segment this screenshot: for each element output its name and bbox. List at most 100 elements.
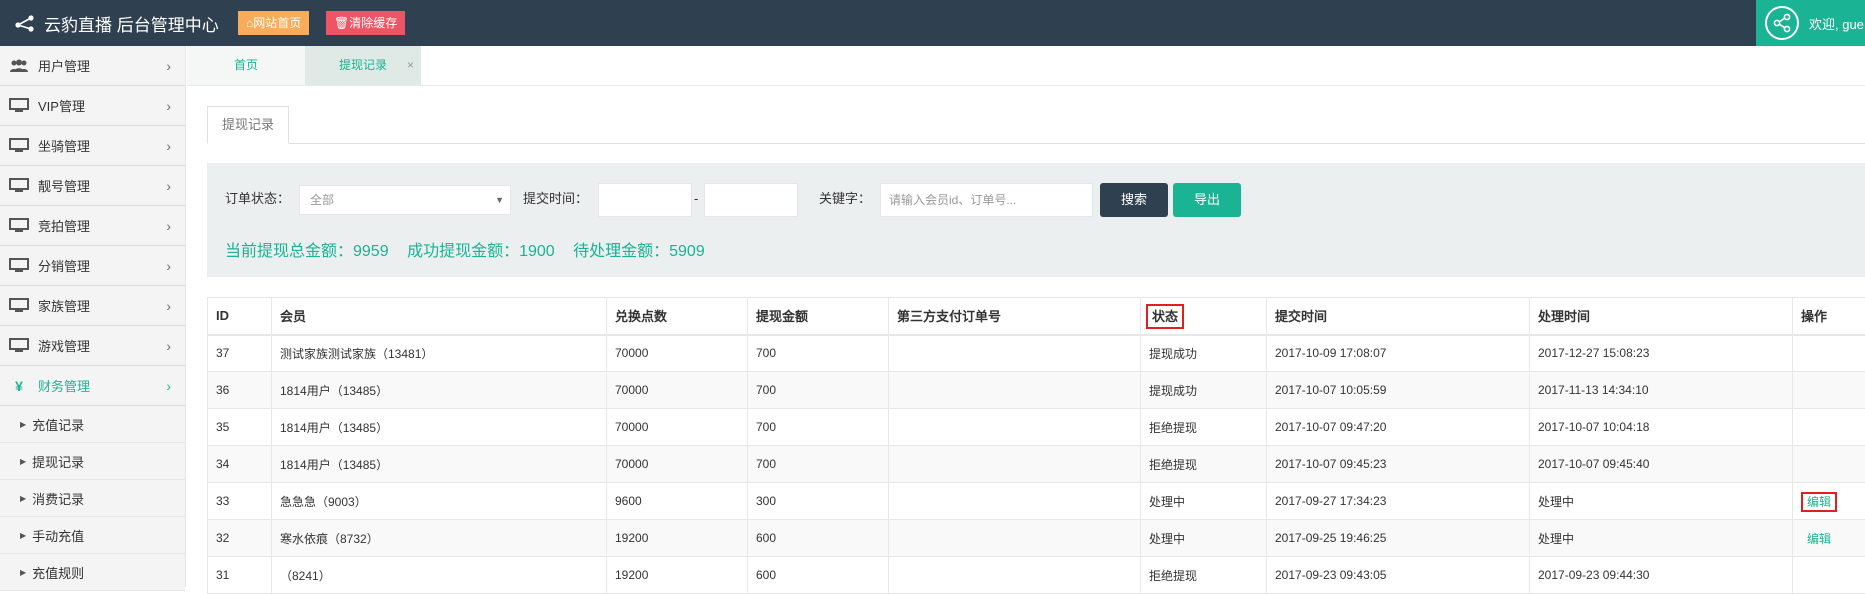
status-label: 订单状态：	[225, 191, 290, 207]
dropdown-arrow-icon: ▼	[495, 186, 504, 214]
cell-submit-time: 2017-10-09 17:08:07	[1267, 335, 1530, 372]
cell-submit-time: 2017-10-07 09:47:20	[1267, 409, 1530, 446]
cell-status: 提现成功	[1141, 372, 1267, 409]
cell-third-party	[889, 557, 1141, 594]
col-header-member[interactable]: 会员	[272, 298, 607, 335]
search-button[interactable]: 搜索	[1100, 183, 1168, 217]
cell-third-party	[889, 409, 1141, 446]
table-row: 34 1814用户（13485） 70000 700 拒绝提现 2017-10-…	[208, 446, 1865, 483]
cell-points: 9600	[607, 483, 748, 520]
content-tab-withdraw[interactable]: 提现记录	[207, 106, 289, 144]
sidebar-item-family[interactable]: 家族管理 ›	[0, 286, 185, 326]
sidebar-item-mount[interactable]: 坐骑管理 ›	[0, 126, 185, 166]
chevron-right-icon: ›	[166, 298, 171, 314]
cell-id: 35	[208, 409, 272, 446]
caret-right-icon: ▶	[20, 531, 26, 540]
cell-status: 拒绝提现	[1141, 557, 1267, 594]
sidebar-item-vip[interactable]: VIP管理 ›	[0, 86, 185, 126]
cell-status: 提现成功	[1141, 335, 1267, 372]
sidebar-item-game[interactable]: 游戏管理 ›	[0, 326, 185, 366]
cell-points: 70000	[607, 446, 748, 483]
cell-action	[1793, 557, 1865, 594]
sidebar-item-label: 游戏管理	[38, 336, 90, 355]
cell-id: 33	[208, 483, 272, 520]
user-menu[interactable]: 欢迎, gue	[1756, 0, 1865, 46]
cell-amount: 700	[748, 446, 889, 483]
cell-process-time: 2017-09-23 09:44:30	[1530, 557, 1793, 594]
cell-third-party	[889, 483, 1141, 520]
sidebar-subitem-manual-recharge[interactable]: ▶ 手动充值	[0, 517, 185, 554]
cell-member: 1814用户（13485）	[272, 372, 607, 409]
cell-action	[1793, 409, 1865, 446]
cell-submit-time: 2017-10-07 10:05:59	[1267, 372, 1530, 409]
cell-member: 测试家族测试家族（13481）	[272, 335, 607, 372]
col-header-points[interactable]: 兑换点数	[607, 298, 748, 335]
tab-withdraw-record[interactable]: 提现记录 ×	[305, 46, 421, 85]
table-row: 35 1814用户（13485） 70000 700 拒绝提现 2017-10-…	[208, 409, 1865, 446]
sidebar-item-label: 竞拍管理	[38, 216, 90, 235]
cell-process-time: 2017-10-07 10:04:18	[1530, 409, 1793, 446]
col-header-submit-time[interactable]: 提交时间	[1267, 298, 1530, 335]
sidebar-item-auction[interactable]: 竞拍管理 ›	[0, 206, 185, 246]
chevron-right-icon: ›	[166, 58, 171, 74]
start-date-input[interactable]	[598, 183, 692, 217]
close-icon[interactable]: ×	[407, 46, 414, 85]
cell-process-time: 2017-11-13 14:34:10	[1530, 372, 1793, 409]
col-header-amount[interactable]: 提现金额	[748, 298, 889, 335]
cell-action	[1793, 372, 1865, 409]
monitor-icon	[8, 338, 30, 354]
cell-member: （8241）	[272, 557, 607, 594]
cell-process-time: 2017-10-07 09:45:40	[1530, 446, 1793, 483]
monitor-icon	[8, 98, 30, 114]
chevron-right-icon: ›	[166, 258, 171, 274]
end-date-input[interactable]	[704, 183, 798, 217]
cell-third-party	[889, 335, 1141, 372]
col-header-status[interactable]: 状态	[1141, 298, 1267, 335]
cell-third-party	[889, 520, 1141, 557]
sidebar-subitem-recharge-rules[interactable]: ▶ 充值规则	[0, 554, 185, 591]
sidebar-subitem-recharge-record[interactable]: ▶ 充值记录	[0, 406, 185, 443]
cell-points: 70000	[607, 335, 748, 372]
sidebar-item-label: 用户管理	[38, 56, 90, 75]
edit-link[interactable]: 编辑	[1801, 492, 1837, 512]
sidebar-item-users[interactable]: 用户管理 ›	[0, 46, 185, 86]
export-button[interactable]: 导出	[1173, 183, 1241, 217]
app-logo[interactable]: 云豹直播 后台管理中心	[14, 0, 219, 46]
sidebar-item-distribution[interactable]: 分销管理 ›	[0, 246, 185, 286]
sidebar-item-label: 财务管理	[38, 376, 90, 395]
col-header-process-time[interactable]: 处理时间	[1530, 298, 1793, 335]
date-separator: -	[694, 191, 698, 206]
cell-process-time: 2017-12-27 15:08:23	[1530, 335, 1793, 372]
col-header-id[interactable]: ID	[208, 298, 272, 335]
success-amount: 成功提现金额：1900	[407, 243, 555, 260]
sidebar-item-label: 家族管理	[38, 296, 90, 315]
pending-amount: 待处理金额：5909	[573, 243, 705, 260]
edit-link[interactable]: 编辑	[1801, 532, 1831, 546]
sidebar-item-liang[interactable]: 靓号管理 ›	[0, 166, 185, 206]
keyword-input[interactable]: 请输入会员id、订单号...	[880, 183, 1093, 217]
sidebar-item-label: 坐骑管理	[38, 136, 90, 155]
cell-member: 急急急（9003）	[272, 483, 607, 520]
cell-process-time: 处理中	[1530, 483, 1793, 520]
sidebar-subitem-withdraw-record[interactable]: ▶ 提现记录	[0, 443, 185, 480]
share-icon	[14, 14, 36, 32]
cell-status: 拒绝提现	[1141, 446, 1267, 483]
col-header-third-party-order[interactable]: 第三方支付订单号	[889, 298, 1141, 335]
col-header-action[interactable]: 操作	[1793, 298, 1865, 335]
cell-amount: 300	[748, 483, 889, 520]
cell-id: 32	[208, 520, 272, 557]
tab-home[interactable]: 首页	[187, 46, 305, 85]
cell-action: 编辑	[1793, 520, 1865, 557]
sidebar-item-label: VIP管理	[38, 96, 85, 115]
monitor-icon	[8, 218, 30, 234]
sidebar-item-finance[interactable]: ¥ 财务管理 ›	[0, 366, 185, 406]
cell-action	[1793, 335, 1865, 372]
amount-summary: 当前提现总金额：9959 成功提现金额：1900 待处理金额：5909	[225, 237, 719, 261]
status-select[interactable]: 全部 ▼	[299, 185, 511, 215]
clear-cache-button[interactable]: 🗑清除缓存	[326, 11, 405, 35]
cell-id: 31	[208, 557, 272, 594]
keyword-label: 关键字：	[819, 191, 871, 207]
cell-amount: 700	[748, 372, 889, 409]
website-home-button[interactable]: ⌂网站首页	[238, 11, 309, 35]
sidebar-subitem-consume-record[interactable]: ▶ 消费记录	[0, 480, 185, 517]
